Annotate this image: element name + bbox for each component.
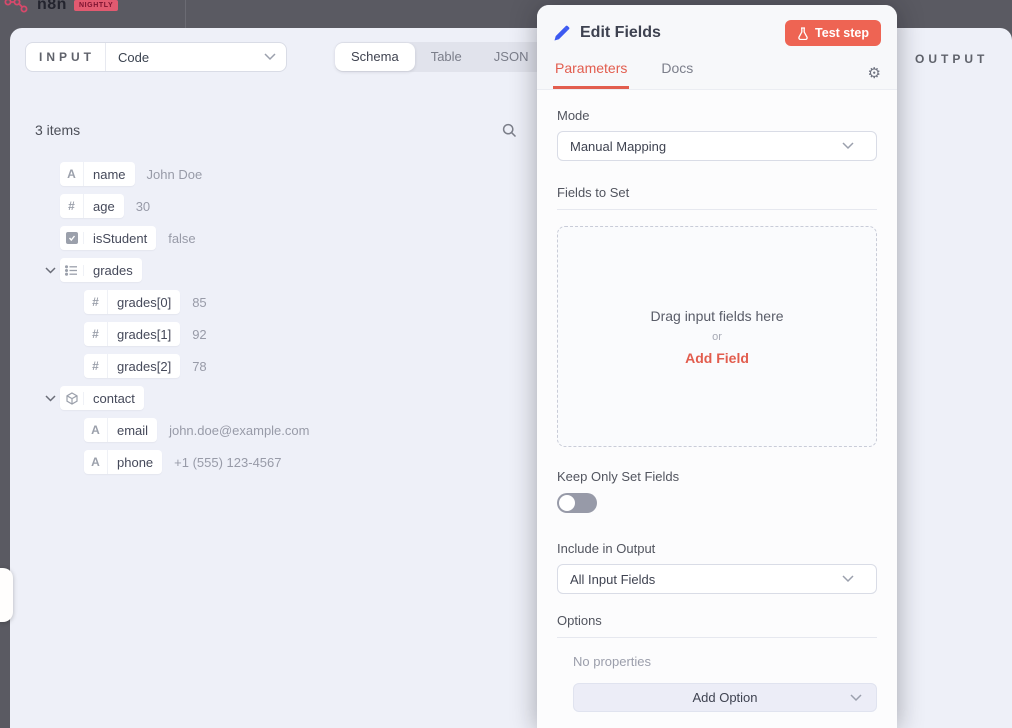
modal-tabs: Parameters Docs ⚙ xyxy=(553,60,881,89)
chevron-down-icon xyxy=(842,142,854,150)
input-source-select[interactable]: INPUT Code xyxy=(25,42,287,72)
add-field-button[interactable]: Add Field xyxy=(685,350,749,366)
input-label: INPUT xyxy=(26,50,99,64)
flask-icon xyxy=(797,27,809,40)
topbar-divider xyxy=(185,0,186,28)
tree-row: # grades[2] 78 xyxy=(30,350,527,382)
options-label: Options xyxy=(557,613,877,638)
schema-field-grades[interactable]: grades xyxy=(60,258,142,282)
keep-only-set-fields-label: Keep Only Set Fields xyxy=(557,469,877,484)
schema-field-grades-0[interactable]: # grades[0] xyxy=(84,290,180,314)
view-mode-tabs: Schema Table JSON xyxy=(335,42,544,72)
schema-field-email[interactable]: A email xyxy=(84,418,157,442)
output-panel: OUTPUT xyxy=(897,28,1012,728)
n8n-logo[interactable]: n8n NIGHTLY xyxy=(4,0,118,16)
tree-row: A phone +1 (555) 123-4567 xyxy=(30,446,527,478)
fields-to-set-label: Fields to Set xyxy=(557,185,877,210)
input-source-value: Code xyxy=(106,50,264,65)
string-type-icon: A xyxy=(84,450,108,474)
collapse-chevron-icon[interactable] xyxy=(40,267,60,274)
tree-row: A name John Doe xyxy=(30,158,527,190)
tree-row: # grades[1] 92 xyxy=(30,318,527,350)
tab-json[interactable]: JSON xyxy=(478,43,545,71)
schema-tree: A name John Doe # age 30 isStudent false… xyxy=(30,158,527,478)
object-type-icon xyxy=(60,392,84,405)
modal-header: Edit Fields Test step Parameters Docs ⚙ xyxy=(537,5,897,90)
modal-title: Edit Fields xyxy=(580,24,775,42)
tree-row: grades xyxy=(30,254,527,286)
number-type-icon: # xyxy=(84,290,108,314)
output-label: OUTPUT xyxy=(897,28,1012,66)
tree-row: # age 30 xyxy=(30,190,527,222)
test-step-button[interactable]: Test step xyxy=(785,20,881,46)
gear-icon[interactable]: ⚙ xyxy=(868,66,881,89)
number-type-icon: # xyxy=(84,322,108,346)
list-type-icon xyxy=(60,265,84,276)
modal-body: Mode Manual Mapping Fields to Set Drag i… xyxy=(537,90,897,712)
include-in-output-label: Include in Output xyxy=(557,541,877,556)
mode-select[interactable]: Manual Mapping xyxy=(557,131,877,161)
field-value: John Doe xyxy=(147,167,203,182)
input-panel: INPUT Code Schema Table JSON 3 items A n… xyxy=(10,28,537,728)
collapse-chevron-icon[interactable] xyxy=(40,395,60,402)
include-in-output-select[interactable]: All Input Fields xyxy=(557,564,877,594)
no-properties-text: No properties xyxy=(573,654,877,669)
or-text: or xyxy=(712,331,722,343)
pencil-icon xyxy=(553,25,570,42)
chevron-down-icon xyxy=(842,575,854,583)
string-type-icon: A xyxy=(84,418,108,442)
field-value: false xyxy=(168,231,195,246)
drag-drop-zone[interactable]: Drag input fields here or Add Field xyxy=(557,226,877,447)
schema-field-age[interactable]: # age xyxy=(60,194,124,218)
tree-row: A email john.doe@example.com xyxy=(30,414,527,446)
boolean-type-icon xyxy=(60,232,84,244)
number-type-icon: # xyxy=(60,194,84,218)
field-value: +1 (555) 123-4567 xyxy=(174,455,281,470)
schema-field-isstudent[interactable]: isStudent xyxy=(60,226,156,250)
n8n-logo-icon xyxy=(4,0,30,16)
chevron-down-icon xyxy=(264,53,276,61)
tab-table[interactable]: Table xyxy=(415,43,478,71)
tab-schema[interactable]: Schema xyxy=(335,43,415,71)
mode-label: Mode xyxy=(557,108,877,123)
add-option-button[interactable]: Add Option xyxy=(573,683,877,712)
collapsed-panel-handle[interactable] xyxy=(0,568,13,622)
field-value: 92 xyxy=(192,327,206,342)
schema-field-phone[interactable]: A phone xyxy=(84,450,162,474)
items-count: 3 items xyxy=(35,122,80,138)
tree-row: # grades[0] 85 xyxy=(30,286,527,318)
nightly-badge: NIGHTLY xyxy=(74,0,118,11)
search-icon[interactable] xyxy=(502,123,517,138)
drag-hint-text: Drag input fields here xyxy=(650,308,783,324)
tab-parameters[interactable]: Parameters xyxy=(553,60,629,89)
tree-row: isStudent false xyxy=(30,222,527,254)
field-value: 30 xyxy=(136,199,150,214)
field-value: 78 xyxy=(192,359,206,374)
schema-field-name[interactable]: A name xyxy=(60,162,135,186)
logo-text: n8n xyxy=(37,0,67,14)
number-type-icon: # xyxy=(84,354,108,378)
toggle-knob xyxy=(559,495,575,511)
schema-field-grades-2[interactable]: # grades[2] xyxy=(84,354,180,378)
node-settings-modal: Edit Fields Test step Parameters Docs ⚙ … xyxy=(537,5,897,728)
chevron-down-icon xyxy=(850,694,862,702)
tree-row: contact xyxy=(30,382,527,414)
schema-field-grades-1[interactable]: # grades[1] xyxy=(84,322,180,346)
schema-field-contact[interactable]: contact xyxy=(60,386,144,410)
string-type-icon: A xyxy=(60,162,84,186)
field-value: john.doe@example.com xyxy=(169,423,309,438)
field-value: 85 xyxy=(192,295,206,310)
tab-docs[interactable]: Docs xyxy=(659,60,695,89)
keep-only-set-fields-toggle[interactable] xyxy=(557,493,597,513)
